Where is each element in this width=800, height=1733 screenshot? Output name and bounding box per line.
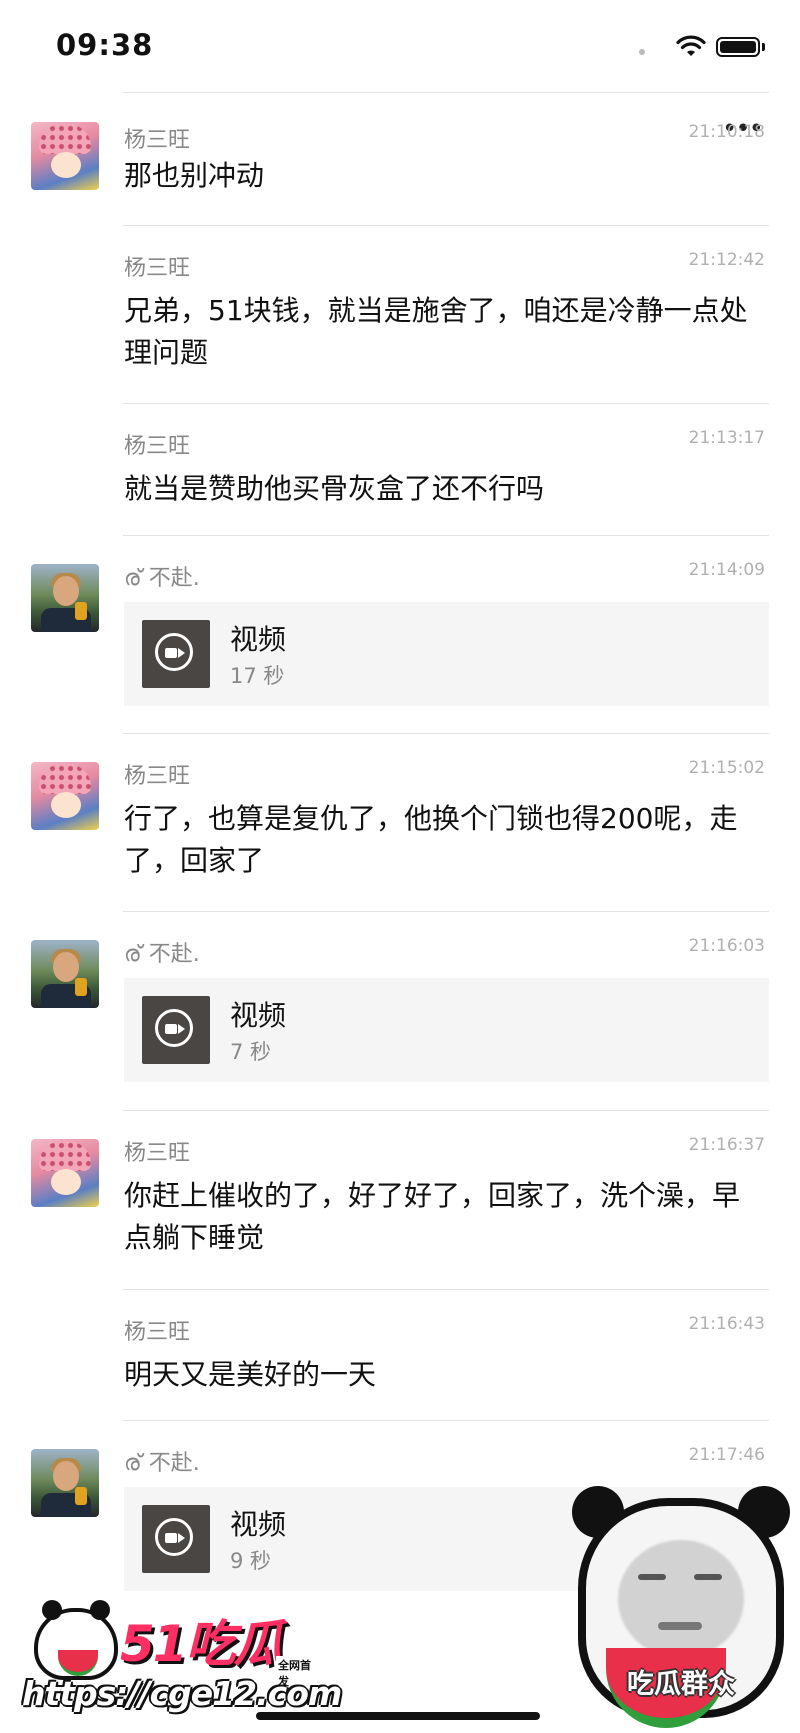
sender-name: 杨三旺 — [124, 128, 191, 153]
message-time: 21:14:09 — [688, 560, 765, 580]
video-label: 视频 — [230, 1508, 287, 1541]
wifi-icon — [676, 35, 706, 56]
message-time: 21:12:42 — [688, 250, 765, 270]
sender-name: 杨三旺 — [124, 764, 191, 789]
message-time: 21:10:18 — [688, 122, 765, 142]
avatar[interactable] — [31, 762, 99, 830]
message-text: 明天又是美好的一天 — [124, 1358, 377, 1391]
message-divider — [123, 1289, 769, 1290]
video-label: 视频 — [230, 999, 287, 1032]
message-time: 21:16:03 — [688, 936, 765, 956]
meme-label: 吃瓜群众 — [627, 1669, 735, 1700]
site-watermark: 51吃瓜 全网首发 https://cge12.com — [18, 1600, 342, 1720]
sender-name: ര് 不赴. — [124, 1451, 200, 1476]
avatar[interactable] — [31, 564, 99, 632]
sender-name: 杨三旺 — [124, 434, 191, 459]
watermark-brand: 51吃瓜 — [120, 1615, 284, 1673]
video-thumbnail[interactable] — [142, 620, 210, 688]
message-time: 21:16:43 — [688, 1314, 765, 1334]
video-duration: 9 秒 — [230, 1549, 272, 1573]
video-message-card[interactable]: 视频 7 秒 — [124, 978, 769, 1082]
sender-name: 杨三旺 — [124, 1141, 191, 1166]
video-thumbnail[interactable] — [142, 996, 210, 1064]
message-text: 兄弟，51块钱，就当是施舍了，咱还是冷静一点处理问题 — [124, 294, 748, 369]
message-divider — [123, 403, 769, 404]
message-divider — [123, 1420, 769, 1421]
video-message-card[interactable]: 视频 17 秒 — [124, 602, 769, 706]
home-indicator[interactable] — [256, 1712, 540, 1720]
video-label: 视频 — [230, 623, 287, 656]
battery-cap — [762, 43, 765, 51]
message-divider — [123, 911, 769, 912]
message-divider — [123, 535, 769, 536]
sender-name: ര് 不赴. — [124, 942, 200, 967]
status-time: 09:38 — [56, 28, 154, 62]
message-text: 你赶上催收的了，好了好了，回家了，洗个澡，早点躺下睡觉 — [124, 1179, 741, 1254]
message-divider — [123, 225, 769, 226]
sender-name: 杨三旺 — [124, 256, 191, 281]
message-text: 行了，也算是复仇了，他换个门锁也得200呢，走了，回家了 — [124, 802, 738, 877]
cow-mascot-icon — [34, 1600, 118, 1680]
video-duration: 17 秒 — [230, 664, 285, 688]
meme-sticker: 吃瓜群众 — [566, 1482, 796, 1733]
message-text: 那也别冲动 — [124, 159, 265, 192]
sender-name: 杨三旺 — [124, 1320, 191, 1345]
video-duration: 7 秒 — [230, 1040, 272, 1064]
watermark-url: https://cge12.com — [22, 1674, 342, 1713]
avatar[interactable] — [31, 1139, 99, 1207]
message-time: 21:15:02 — [688, 758, 765, 778]
message-divider — [123, 733, 769, 734]
message-divider — [123, 1110, 769, 1111]
message-text: 就当是赞助他买骨灰盒了还不行吗 — [124, 472, 545, 505]
sender-name: ര് 不赴. — [124, 566, 200, 591]
signal-dot-icon — [639, 49, 645, 55]
video-thumbnail[interactable] — [142, 1505, 210, 1573]
avatar[interactable] — [31, 940, 99, 1008]
avatar[interactable] — [31, 122, 99, 190]
battery-icon — [716, 37, 760, 57]
status-bar: 09:38 — [0, 0, 800, 92]
message-time: 21:13:17 — [688, 428, 765, 448]
message-time: 21:17:46 — [688, 1445, 765, 1465]
avatar[interactable] — [31, 1449, 99, 1517]
message-time: 21:16:37 — [688, 1135, 765, 1155]
top-divider — [123, 92, 769, 93]
